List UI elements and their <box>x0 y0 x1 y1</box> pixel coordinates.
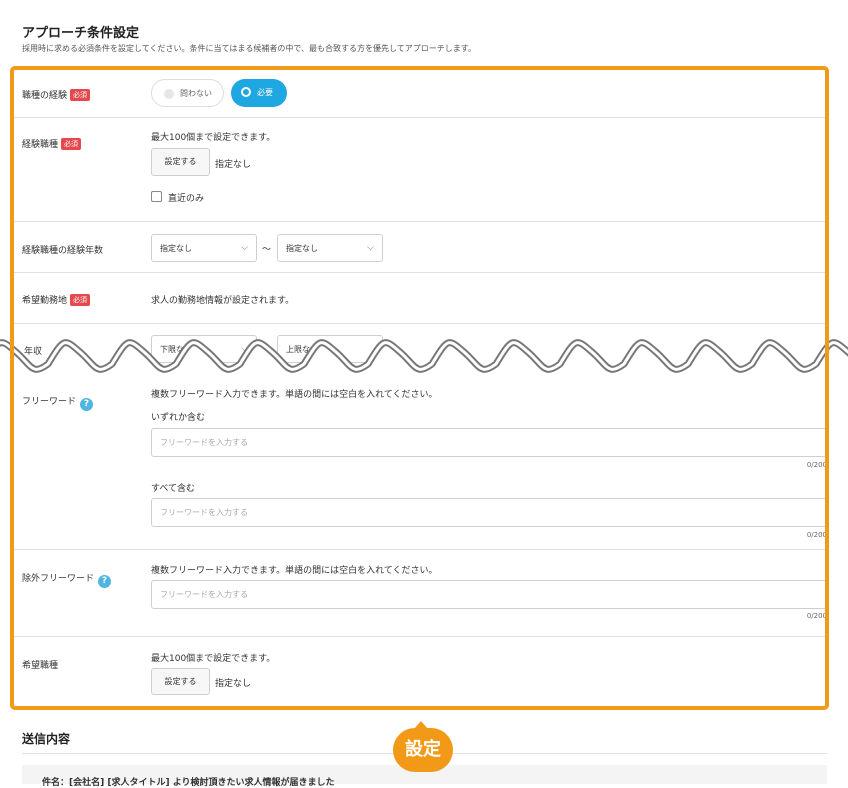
send-section-title: 送信内容 <box>22 732 71 746</box>
highlight-frame <box>10 66 829 710</box>
page-title: アプローチ条件設定 <box>22 26 140 41</box>
send-subject-text: 件名：[会社名] [求人タイトル] より検討頂きたい求人情報が届きました <box>42 778 335 788</box>
page-subtitle: 採用時に求める必須条件を設定してください。条件に当てはまる候補者の中で、最も合致… <box>22 44 476 53</box>
callout-badge: 設定 <box>393 728 453 772</box>
